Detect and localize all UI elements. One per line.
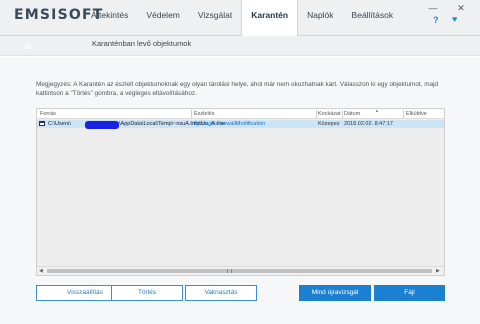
section-title: Karanténban levő objektumok xyxy=(92,39,192,48)
tab-pointer-notch xyxy=(22,43,34,49)
quarantine-table[interactable]: Forrás Észlelés Kockázat Dátum ▲ Elküldv… xyxy=(36,108,445,276)
column-divider[interactable] xyxy=(403,110,404,118)
table-row[interactable]: C:\Users\ \AppData\Local\Temp\~nsuA.tmp\… xyxy=(37,120,444,129)
rescan-all-button[interactable]: Mind újravizsgál xyxy=(299,285,371,301)
minimize-button[interactable]: — xyxy=(426,3,440,13)
scrollbar-grip-icon xyxy=(227,269,232,273)
column-divider[interactable] xyxy=(316,110,317,118)
row-detection: Behavior.FirewallModification xyxy=(194,121,266,127)
scrollbar-thumb[interactable] xyxy=(47,269,432,273)
tab-vizsgalat[interactable]: Vizsgálat xyxy=(189,0,241,36)
file-button[interactable]: Fájl xyxy=(374,285,445,301)
heart-icon[interactable]: ♥ xyxy=(452,14,457,24)
row-risk: Közepes xyxy=(318,121,340,127)
scroll-left-arrow-icon[interactable]: ◀ xyxy=(39,268,43,274)
scroll-right-arrow-icon[interactable]: ▶ xyxy=(436,268,440,274)
horizontal-scrollbar[interactable]: ◀ ▶ xyxy=(37,266,444,275)
table-header: Forrás Észlelés Kockázat Dátum ▲ Elküldv… xyxy=(37,108,444,119)
quarantine-panel: Megjegyzés: A Karantén az észlelt objekt… xyxy=(0,57,480,324)
column-header-detection[interactable]: Észlelés xyxy=(194,111,214,117)
redacted-username xyxy=(85,121,119,129)
column-header-source[interactable]: Forrás xyxy=(40,111,56,117)
column-divider[interactable] xyxy=(342,110,343,118)
section-header: Karanténban levő objektumok xyxy=(0,36,480,56)
column-header-risk[interactable]: Kockázat xyxy=(318,111,341,117)
column-divider[interactable] xyxy=(191,110,192,118)
send-button[interactable]: Vaknasztás xyxy=(185,285,257,301)
help-icon[interactable]: ? xyxy=(433,15,439,25)
column-header-date[interactable]: Dátum xyxy=(344,111,360,117)
column-header-sent[interactable]: Elküldve xyxy=(406,111,427,117)
quarantine-note: Megjegyzés: A Karantén az észlelt objekt… xyxy=(36,81,439,97)
file-icon xyxy=(39,121,45,126)
tab-naplok[interactable]: Naplók xyxy=(298,0,342,36)
sort-ascending-icon: ▲ xyxy=(375,108,379,113)
row-path-start: C:\Users\ xyxy=(48,121,71,127)
tab-beallitasok[interactable]: Beállítások xyxy=(343,0,403,36)
title-bar: EMSISOFT Áttekintés Védelem Vizsgálat Ka… xyxy=(0,0,480,37)
row-date: 2018.02.02. 8:47:17 xyxy=(344,121,393,127)
tab-karanten[interactable]: Karantén xyxy=(241,0,299,37)
main-nav: Áttekintés Védelem Vizsgálat Karantén Na… xyxy=(82,0,403,37)
close-button[interactable]: ✕ xyxy=(454,3,468,14)
tab-attekintes[interactable]: Áttekintés xyxy=(82,0,137,36)
tab-vedelem[interactable]: Védelem xyxy=(137,0,189,36)
delete-button[interactable]: Törlés xyxy=(111,285,183,301)
